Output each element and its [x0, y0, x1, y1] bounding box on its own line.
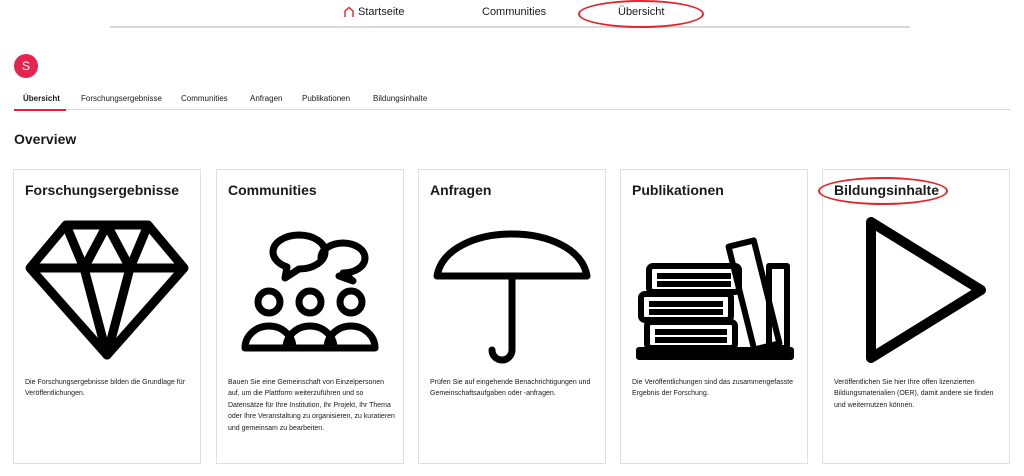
nav-communities-link[interactable]: Communities — [482, 6, 546, 18]
tab-bildungsinhalte[interactable]: Bildungsinhalte — [373, 94, 427, 103]
card-description: Die Veröffentlichungen sind das zusammen… — [632, 379, 793, 398]
tab-anfragen[interactable]: Anfragen — [250, 94, 282, 103]
card-description: Die Forschungsergebnisse bilden die Grun… — [25, 379, 185, 398]
card-forschungsergebnisse[interactable]: Forschungsergebnisse Die Forschungsergeb… — [13, 169, 201, 464]
card-title: Forschungsergebnisse — [25, 182, 180, 198]
card-anfragen[interactable]: Anfragen Prüfen Sie auf eingehende Benac… — [418, 169, 606, 464]
tab-bar: Übersicht Forschungsergebnisse Communiti… — [14, 90, 1010, 111]
card-communities[interactable]: Communities Bauen Sie eine Gemeinschaft … — [216, 169, 404, 464]
page-title: Overview — [14, 131, 77, 147]
community-people-icon — [217, 210, 403, 370]
card-description: Prüfen Sie auf eingehende Benachrichtigu… — [430, 379, 591, 398]
play-icon — [823, 210, 1009, 370]
home-icon — [344, 6, 354, 17]
top-navigation: Startseite Communities Übersicht — [110, 0, 910, 28]
avatar[interactable]: S — [14, 54, 38, 78]
card-title: Anfragen — [430, 182, 492, 198]
nav-startseite-label: Startseite — [358, 6, 405, 18]
books-icon — [621, 210, 807, 370]
nav-uebersicht-link[interactable]: Übersicht — [618, 6, 664, 18]
umbrella-icon — [419, 210, 605, 370]
card-description: Bauen Sie eine Gemeinschaft von Einzelpe… — [228, 379, 395, 432]
tab-communities[interactable]: Communities — [181, 94, 228, 103]
card-description: Veröffentlichen Sie hier Ihre offen lize… — [834, 379, 994, 409]
card-title: Bildungsinhalte — [834, 182, 939, 198]
card-title: Publikationen — [632, 182, 724, 198]
tab-forschungsergebnisse[interactable]: Forschungsergebnisse — [81, 94, 162, 103]
card-publikationen[interactable]: Publikationen Die Veröffentlichungen sin… — [620, 169, 808, 464]
card-bildungsinhalte[interactable]: Bildungsinhalte Veröffentlichen Sie hier… — [822, 169, 1010, 464]
nav-startseite-link[interactable]: Startseite — [343, 6, 404, 18]
tab-publikationen[interactable]: Publikationen — [302, 94, 350, 103]
card-title: Communities — [228, 182, 317, 198]
tab-uebersicht[interactable]: Übersicht — [23, 94, 60, 103]
active-tab-indicator — [14, 109, 66, 111]
diamond-icon — [14, 210, 200, 370]
